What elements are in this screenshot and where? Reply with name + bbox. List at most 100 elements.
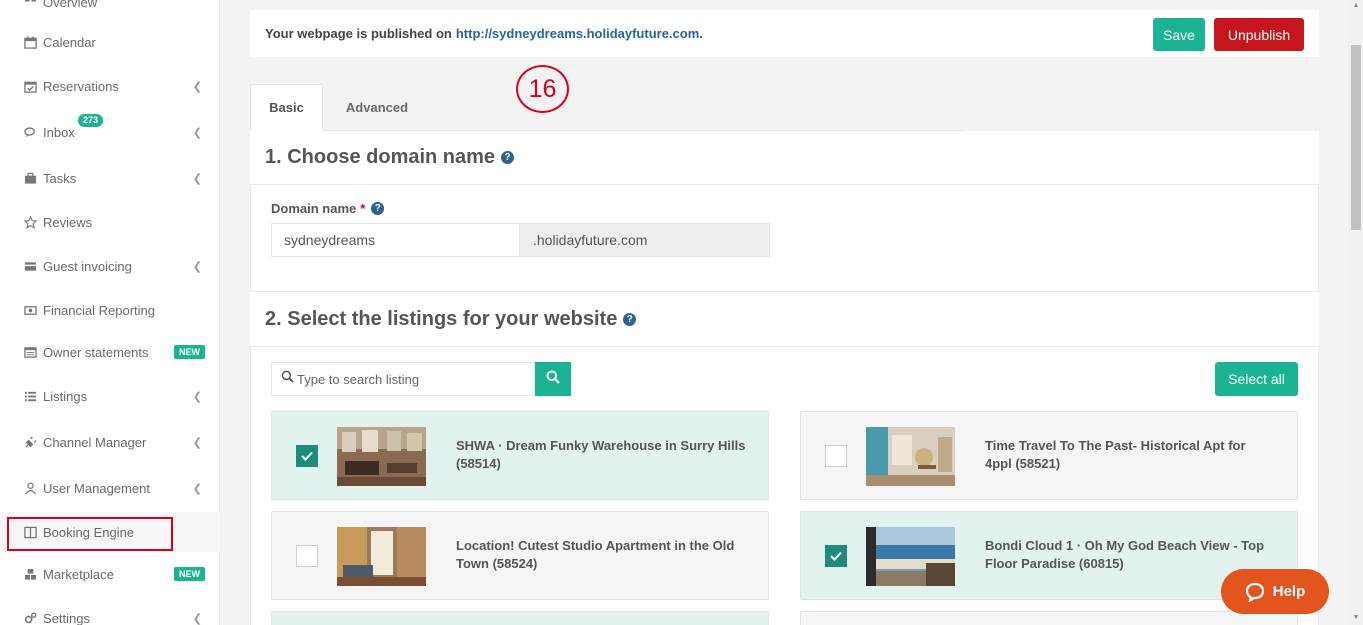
new-badge: NEW [174,567,205,581]
listing-thumbnail [337,427,426,486]
listing-thumbnail [337,527,426,586]
sidebar-item-booking-engine[interactable]: Booking Engine [0,512,220,552]
chat-bubble-icon [1245,582,1264,602]
sidebar-item-financial-reporting[interactable]: Financial Reporting [0,290,220,330]
sidebar-item-label: Marketplace [43,566,114,582]
inbox-count-badge: 273 [78,114,104,127]
sidebar-item-label: Overview [43,0,98,10]
unpublish-button[interactable]: Unpublish [1214,18,1304,51]
listing-search-box[interactable] [271,362,535,396]
listing-title: Location! Cutest Studio Apartment in the… [456,538,735,571]
sidebar-item-label: Reviews [43,214,93,230]
chevron-left-icon: ❮ [192,260,202,273]
card-icon [23,259,37,273]
listings-section-header: 2. Select the listings for your website … [250,292,1319,347]
listing-title: SHWA · Dream Funky Warehouse in Surry Hi… [456,438,746,471]
sidebar-item-calendar[interactable]: Calendar [0,22,220,62]
sidebar-item-reviews[interactable]: Reviews [0,202,220,242]
search-button[interactable] [535,362,571,396]
question-icon[interactable]: ? [501,151,515,164]
sidebar-item-label: Reservations [43,78,119,94]
domain-name-label: Domain name * ? [271,201,385,216]
briefcase-icon [23,171,37,185]
scroll-up-arrow[interactable]: ▲ [1351,2,1361,10]
sidebar-item-label: Owner statements [43,344,149,360]
listing-title: Bondi Cloud 1 · Oh My God Beach View - T… [985,538,1265,571]
sidebar-item-label: Guest invoicing [43,258,132,274]
chat-icon [23,125,37,139]
sidebar-item-channel-manager[interactable]: Channel Manager ❮ [0,422,220,462]
published-url-link[interactable]: http://sydneydreams.holidayfuture.com. [456,26,703,41]
listing-title: Time Travel To The Past- Historical Apt … [985,438,1246,471]
chevron-left-icon: ❮ [192,390,202,403]
scroll-down-arrow[interactable]: ▼ [1351,614,1361,622]
help-button[interactable]: Help [1221,569,1329,614]
listing-card[interactable]: SHWA · Dream Funky Warehouse in Surry Hi… [271,411,769,500]
sidebar-item-label: Listings [43,388,88,404]
select-all-button[interactable]: Select all [1215,362,1298,396]
question-icon[interactable]: ? [623,312,637,326]
domain-section-header: 1. Choose domain name ? [250,131,1319,185]
sidebar-item-label: Calendar [43,34,96,50]
star-icon [23,215,37,229]
step-annotation: 16 [516,65,569,113]
columns-icon [23,525,37,539]
tab-basic[interactable]: Basic [250,84,323,131]
sidebar-item-settings[interactable]: Settings ❮ [0,598,220,625]
search-icon [281,370,294,388]
chevron-left-icon: ❮ [192,126,202,139]
sidebar-item-inbox[interactable]: Inbox 273 ❮ [0,112,220,152]
listing-checkbox[interactable] [825,545,847,567]
listing-search-input[interactable] [297,371,527,387]
listing-thumbnail [866,527,955,586]
sidebar-item-label: Inbox [43,124,75,140]
money-icon [23,303,37,317]
sidebar-item-owner-statements[interactable]: Owner statements NEW [0,332,220,372]
sidebar-item-guest-invoicing[interactable]: Guest invoicing ❮ [0,246,220,286]
listing-checkbox[interactable] [296,545,318,567]
domain-name-input[interactable] [271,223,520,257]
listing-thumbnail [866,427,955,486]
sidebar-item-label: User Management [43,480,150,496]
sidebar-item-tasks[interactable]: Tasks ❮ [0,158,220,198]
listing-card[interactable] [800,611,1298,625]
sidebar-item-label: Booking Engine [43,524,135,540]
chevron-left-icon: ❮ [192,612,202,625]
scrollbar-thumb[interactable] [1351,45,1361,230]
listing-card[interactable]: Location! Cutest Studio Apartment in the… [271,511,769,600]
chevron-left-icon: ❮ [192,80,202,93]
bullet-list-icon [23,389,37,403]
required-mark: * [360,201,366,216]
listing-checkbox[interactable] [825,445,847,467]
sidebar-item-label: Tasks [43,170,77,186]
calendar-icon [23,35,37,49]
chevron-left-icon: ❮ [192,482,202,495]
list-icon [23,345,37,359]
listing-checkbox[interactable] [296,445,318,467]
listing-card[interactable]: Time Travel To The Past- Historical Apt … [800,411,1298,500]
sidebar-item-listings[interactable]: Listings ❮ [0,376,220,416]
sidebar-item-reservations[interactable]: Reservations ❮ [0,66,220,106]
section-title: 2. Select the listings for your website [265,307,618,330]
field-label-text: Domain name [271,201,357,216]
listing-card[interactable] [271,611,769,625]
save-button[interactable]: Save [1153,18,1205,51]
calendar-check-icon [23,79,37,93]
cubes-icon [23,567,37,581]
chevron-left-icon: ❮ [192,172,202,185]
new-badge: NEW [174,345,205,359]
sidebar: Overview Calendar Reservations ❮ Inbox 2… [0,0,220,625]
question-icon[interactable]: ? [371,202,385,215]
tab-advanced[interactable]: Advanced [333,84,421,131]
sidebar-item-overview[interactable]: Overview [0,0,220,22]
sidebar-item-marketplace[interactable]: Marketplace NEW [0,554,220,594]
plug-icon [23,435,37,449]
domain-suffix: .holidayfuture.com [520,223,770,257]
section-title: 1. Choose domain name [265,146,496,168]
chevron-left-icon: ❮ [192,436,202,449]
overview-icon [23,0,37,9]
sidebar-item-label: Settings [43,610,90,625]
sidebar-item-user-management[interactable]: User Management ❮ [0,468,220,508]
published-text: Your webpage is published on [265,26,452,41]
search-icon [546,370,560,389]
